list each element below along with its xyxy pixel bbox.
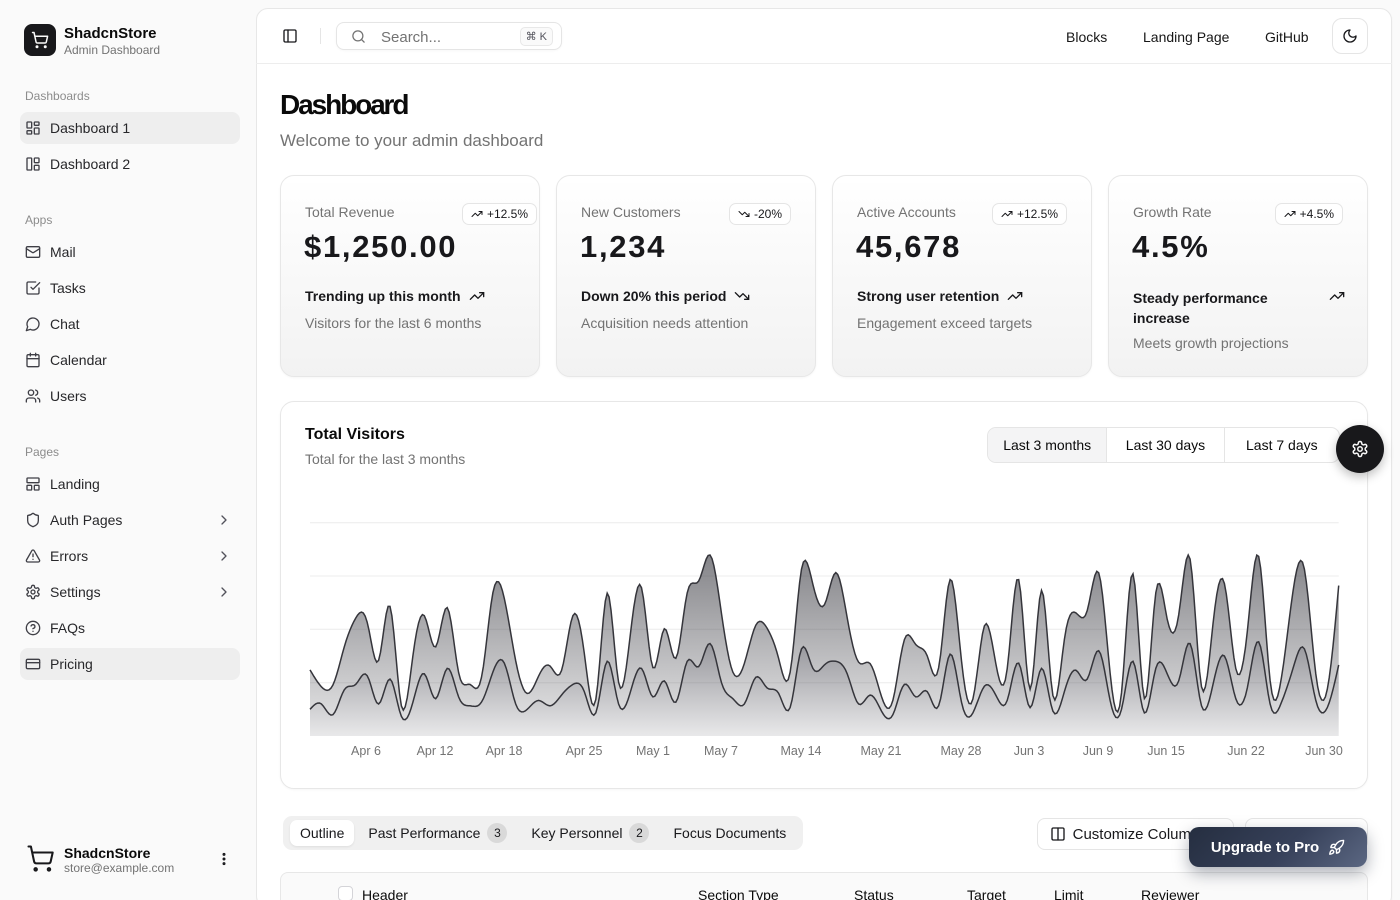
svg-text:May 1: May 1 xyxy=(636,744,670,758)
svg-text:Jun 22: Jun 22 xyxy=(1227,744,1265,758)
svg-text:Apr 18: Apr 18 xyxy=(486,744,523,758)
svg-text:May 28: May 28 xyxy=(941,744,982,758)
svg-text:May 7: May 7 xyxy=(704,744,738,758)
svg-text:Jun 3: Jun 3 xyxy=(1014,744,1045,758)
svg-text:May 21: May 21 xyxy=(861,744,902,758)
svg-text:Apr 6: Apr 6 xyxy=(351,744,381,758)
svg-text:Apr 12: Apr 12 xyxy=(417,744,454,758)
svg-text:Jun 15: Jun 15 xyxy=(1147,744,1185,758)
svg-text:May 14: May 14 xyxy=(781,744,822,758)
svg-text:Jun 30: Jun 30 xyxy=(1305,744,1343,758)
svg-text:Jun 9: Jun 9 xyxy=(1083,744,1114,758)
svg-text:Apr 25: Apr 25 xyxy=(566,744,603,758)
